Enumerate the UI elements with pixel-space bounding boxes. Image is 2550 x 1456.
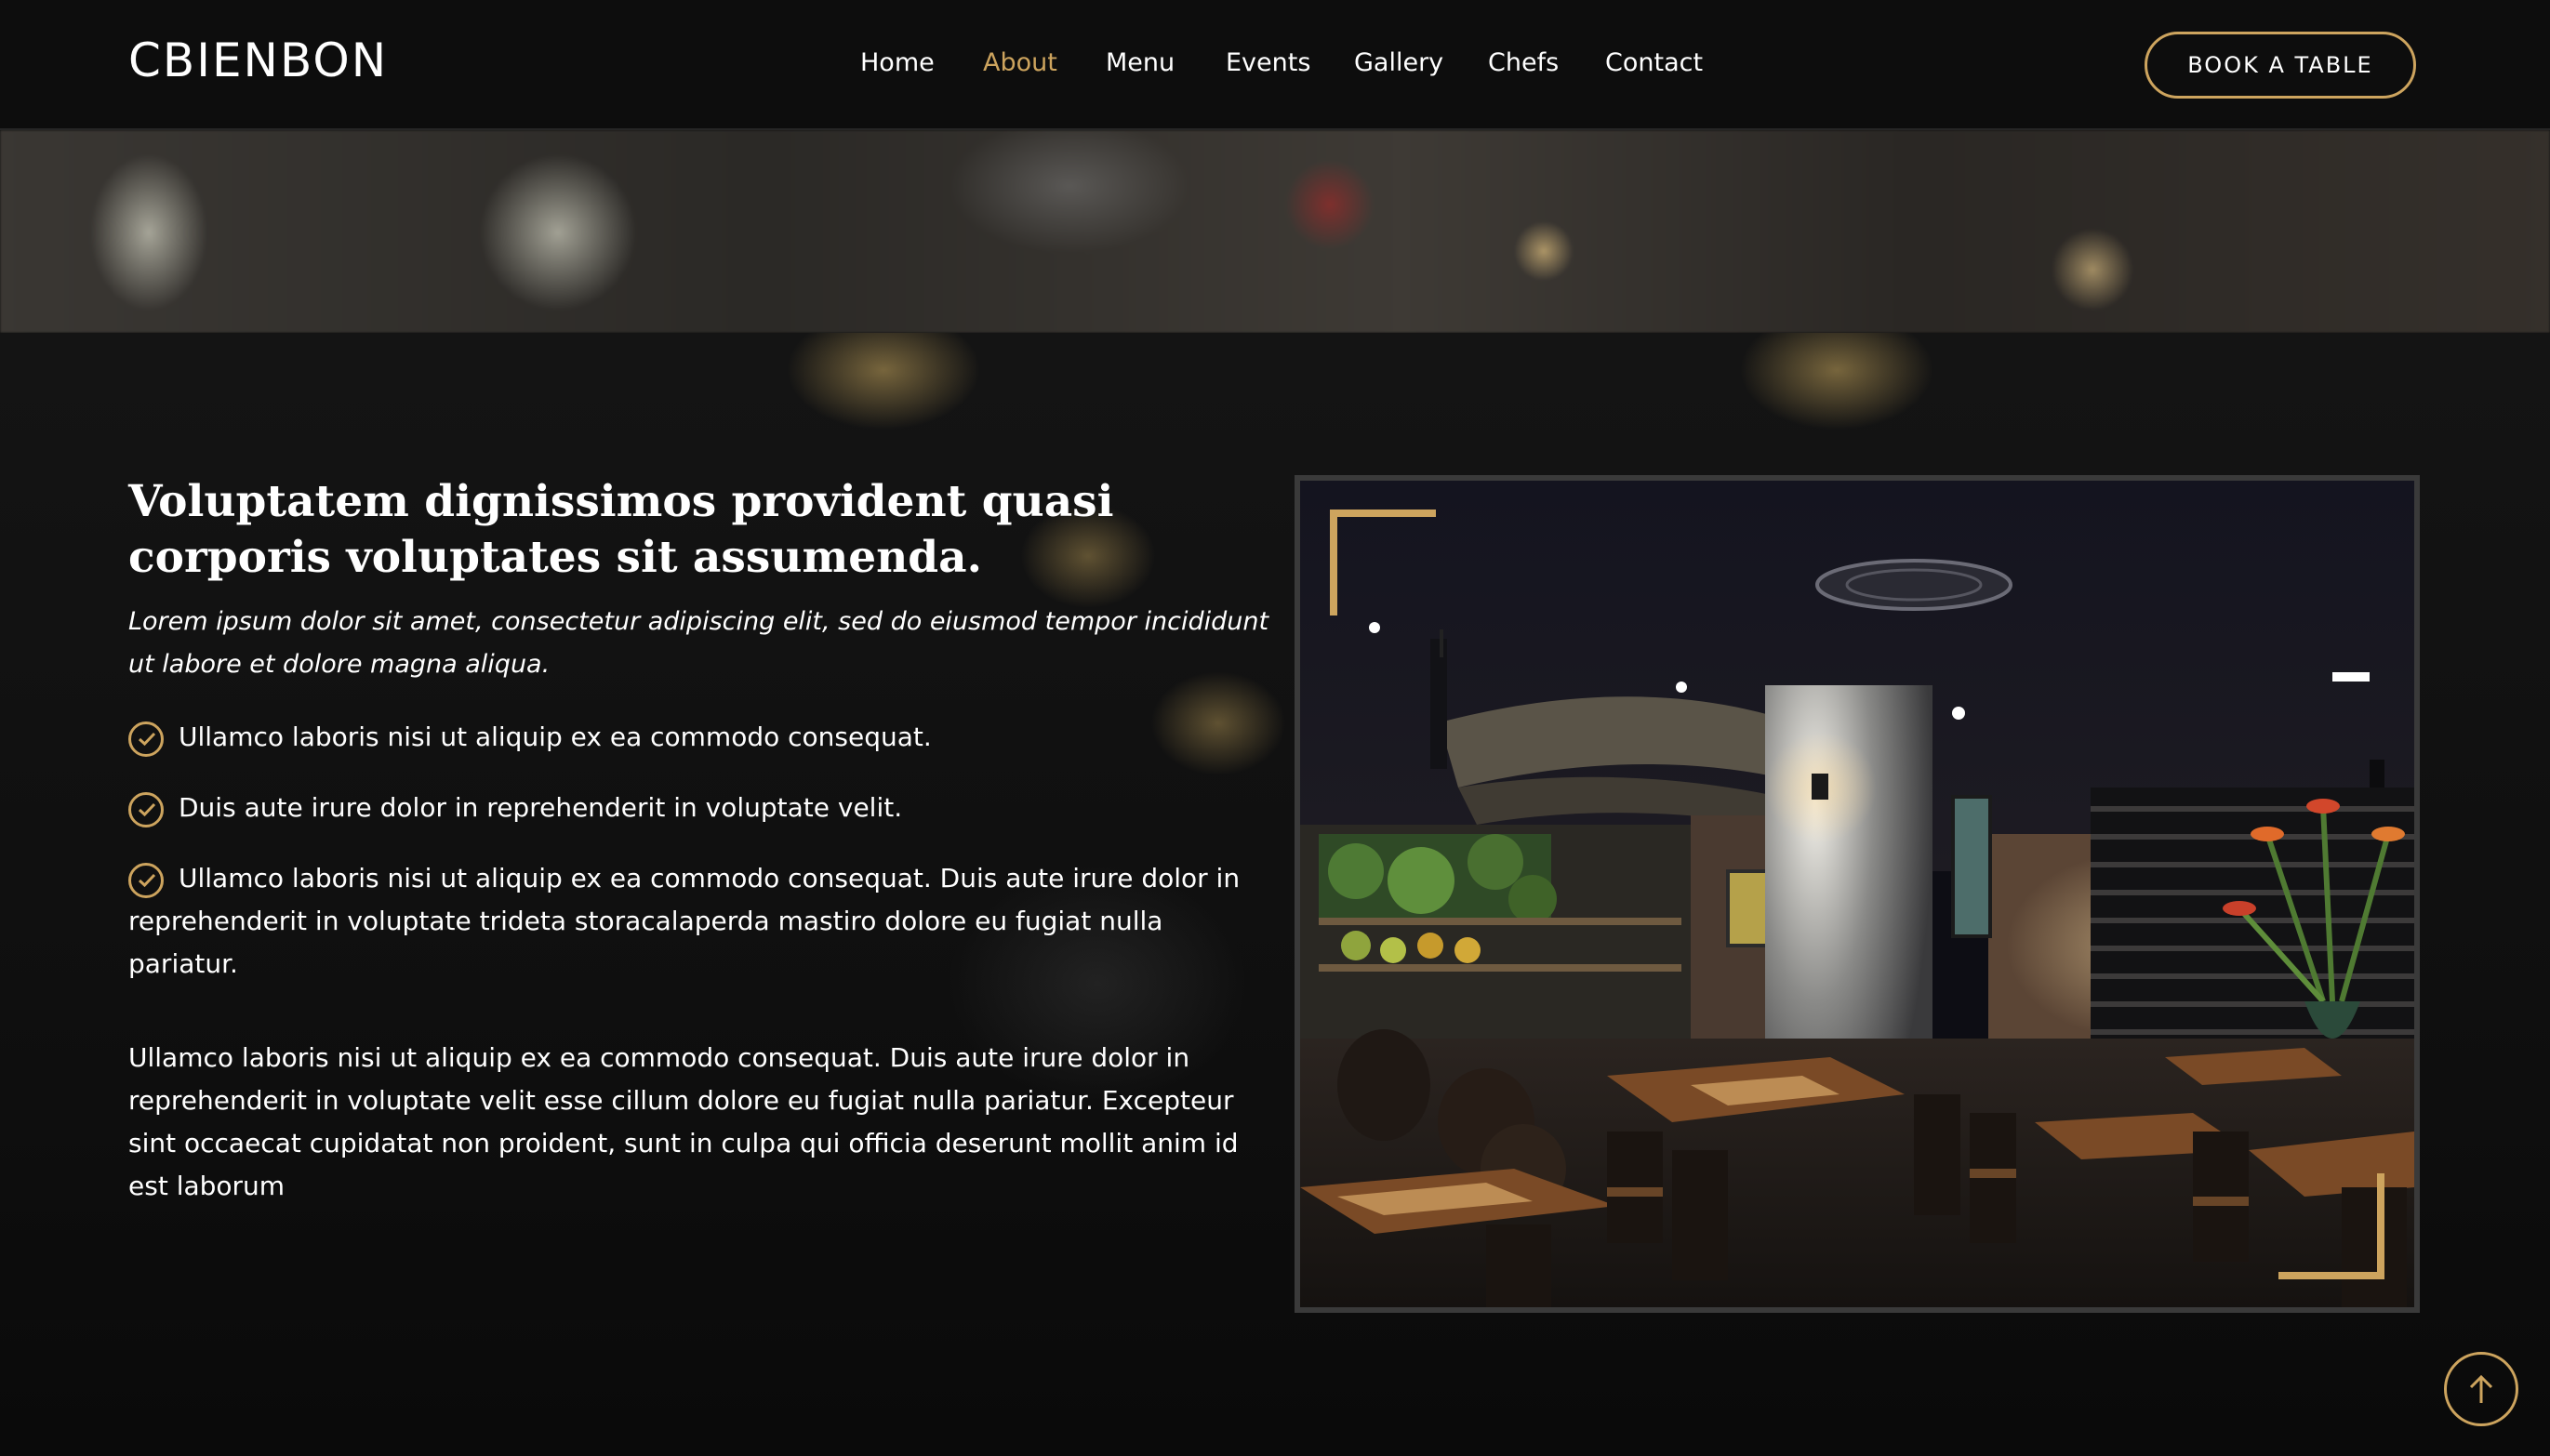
list-item: Ullamco laboris nisi ut aliquip ex ea co…	[128, 857, 1254, 986]
nav-events[interactable]: Events	[1226, 48, 1310, 77]
nav-chefs[interactable]: Chefs	[1488, 48, 1559, 77]
about-lead: Lorem ipsum dolor sit amet, consectetur …	[128, 607, 1269, 679]
restaurant-scene	[1300, 481, 2414, 1307]
check-circle-icon	[128, 721, 164, 757]
about-title: Voluptatem dignissimos provident quasi c…	[128, 476, 1114, 583]
frame-corner-bottom-right	[2278, 1173, 2384, 1279]
nav-about[interactable]: About	[983, 48, 1057, 77]
list-item-text: Ullamco laboris nisi ut aliquip ex ea co…	[179, 721, 932, 752]
nav-contact[interactable]: Contact	[1605, 48, 1703, 77]
about-paragraph: Ullamco laboris nisi ut aliquip ex ea co…	[128, 1042, 1239, 1201]
nav-menu[interactable]: Menu	[1106, 48, 1175, 77]
nav-gallery[interactable]: Gallery	[1354, 48, 1443, 77]
site-logo[interactable]: CBIENBON	[128, 33, 388, 87]
restaurant-interior-image	[1295, 475, 2420, 1313]
frame-corner-top-left	[1330, 510, 1436, 615]
list-item-text: Ullamco laboris nisi ut aliquip ex ea co…	[128, 863, 1241, 979]
hero-background-image	[0, 130, 2550, 333]
check-circle-icon	[128, 792, 164, 827]
book-a-table-button[interactable]: BOOK A TABLE	[2145, 32, 2416, 99]
arrow-up-icon	[2469, 1374, 2493, 1403]
nav-home[interactable]: Home	[860, 48, 935, 77]
check-circle-icon	[128, 863, 164, 898]
site-header: CBIENBON Home About Menu Events Gallery …	[0, 0, 2550, 130]
back-to-top-button[interactable]	[2444, 1352, 2518, 1426]
list-item-text: Duis aute irure dolor in reprehenderit i…	[179, 792, 903, 823]
feature-list: Ullamco laboris nisi ut aliquip ex ea co…	[128, 716, 1254, 1013]
list-item: Ullamco laboris nisi ut aliquip ex ea co…	[128, 716, 1254, 759]
list-item: Duis aute irure dolor in reprehenderit i…	[128, 787, 1254, 829]
